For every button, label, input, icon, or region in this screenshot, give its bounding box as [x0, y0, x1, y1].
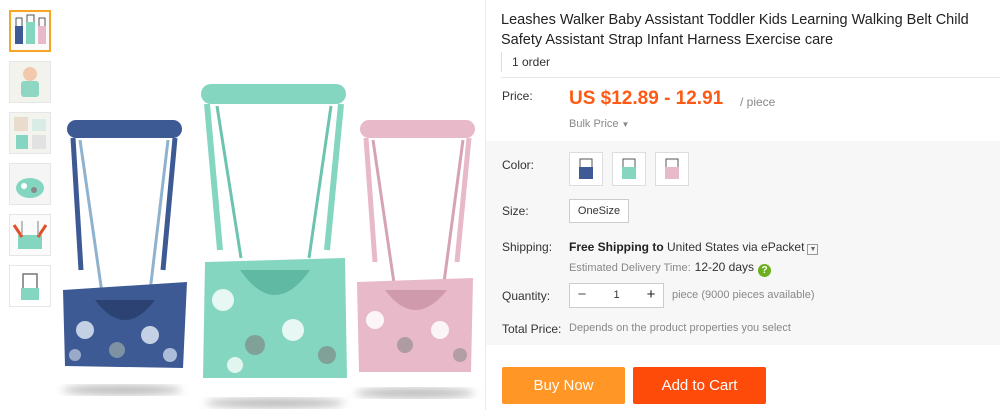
navy-harness-image: [63, 120, 187, 368]
price-label: Price:: [502, 89, 533, 103]
thumb-harness-closeup[interactable]: [9, 163, 51, 205]
divider: [501, 77, 1000, 78]
price-value: US $12.89 - 12.91: [569, 88, 724, 109]
help-icon[interactable]: ?: [758, 264, 772, 277]
total-price-label: Total Price:: [502, 322, 562, 336]
delivery-days: 12-20 days: [694, 260, 755, 274]
product-main-image[interactable]: [55, 0, 485, 410]
size-option-onesize[interactable]: OneSize: [569, 199, 629, 223]
thumb-baby-photo[interactable]: [9, 61, 51, 103]
color-swatch-pink[interactable]: [655, 152, 689, 186]
caret-down-icon: ▼: [621, 119, 630, 129]
bulk-price-label: Bulk Price: [569, 118, 619, 130]
quantity-available: piece (9000 pieces available): [672, 289, 815, 301]
quantity-decrease-button[interactable]: −: [570, 284, 594, 307]
thumb-three-harnesses[interactable]: [9, 10, 51, 52]
shipping-label: Shipping:: [502, 240, 553, 254]
pink-harness-image: [357, 120, 475, 372]
color-swatch-mint[interactable]: [612, 152, 646, 186]
quantity-stepper: − 1 +: [569, 283, 664, 308]
shipping-destination: United States via ePacket: [663, 240, 805, 254]
chevron-down-icon[interactable]: ▼: [807, 244, 819, 255]
order-count[interactable]: 1 order: [501, 52, 550, 72]
color-swatch-navy[interactable]: [569, 152, 603, 186]
shipping-method[interactable]: Free Shipping to United States via ePack…: [569, 240, 819, 255]
quantity-increase-button[interactable]: +: [639, 284, 663, 307]
bulk-price-toggle[interactable]: Bulk Price ▼: [569, 118, 629, 130]
size-label: Size:: [502, 204, 529, 218]
delivery-estimate-label: Estimated Delivery Time:: [569, 262, 691, 274]
thumbnail-strip: [9, 10, 53, 316]
quantity-label: Quantity:: [502, 289, 551, 303]
add-to-cart-button[interactable]: Add to Cart: [633, 367, 766, 404]
price-unit: / piece: [740, 95, 776, 109]
buy-now-button[interactable]: Buy Now: [502, 367, 625, 404]
color-label: Color:: [502, 158, 535, 172]
total-price-note: Depends on the product properties you se…: [569, 322, 791, 334]
thumb-single-harness[interactable]: [9, 265, 51, 307]
free-shipping-text: Free Shipping to: [569, 240, 664, 254]
thumb-harness-details[interactable]: [9, 112, 51, 154]
mint-harness-image: [201, 84, 347, 378]
quantity-input[interactable]: 1: [594, 284, 639, 307]
product-title: Leashes Walker Baby Assistant Toddler Ki…: [501, 12, 969, 48]
product-info-panel: Leashes Walker Baby Assistant Toddler Ki…: [485, 0, 1000, 410]
thumb-harness-pair[interactable]: [9, 214, 51, 256]
delivery-estimate: Estimated Delivery Time: 12-20 days?: [569, 260, 772, 277]
